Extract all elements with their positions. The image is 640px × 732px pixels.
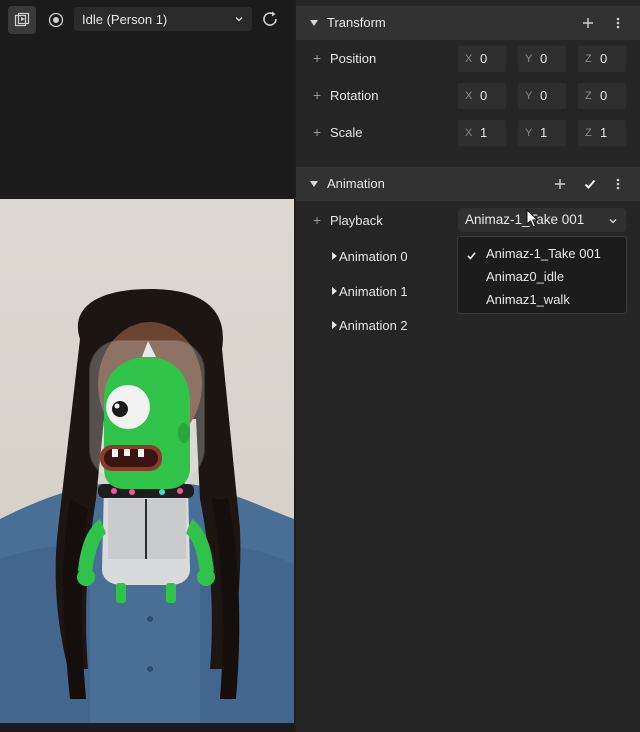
scale-y-field[interactable]: Y1 <box>518 120 566 146</box>
rotation-z-field[interactable]: Z0 <box>578 83 626 109</box>
playback-select-value: Animaz-1_Take 001 <box>465 212 585 227</box>
more-vertical-icon[interactable] <box>610 15 626 31</box>
rotation-x-field[interactable]: X0 <box>458 83 506 109</box>
playback-select[interactable]: Animaz-1_Take 001 <box>458 208 626 232</box>
more-vertical-icon[interactable] <box>610 176 626 192</box>
dropdown-option[interactable]: Animaz1_walk <box>486 292 570 307</box>
animation-section-header[interactable]: Animation <box>296 167 640 201</box>
position-x-field[interactable]: X0 <box>458 46 506 72</box>
position-row: + Position X0 Y0 Z0 <box>296 46 640 72</box>
plus-icon[interactable]: + <box>313 50 321 66</box>
viewport-toolbar: Idle (Person 1) <box>0 0 294 38</box>
rotation-y-field[interactable]: Y0 <box>518 83 566 109</box>
playback-dropdown-menu: Animaz-1_Take 001 Animaz0_idle Animaz1_w… <box>457 236 627 314</box>
animation-item[interactable]: Animation 0 <box>332 249 408 264</box>
checkmark-icon[interactable] <box>582 176 598 192</box>
preview-viewport: Idle (Person 1) <box>0 0 294 732</box>
dropdown-option[interactable]: Animaz0_idle <box>486 269 564 284</box>
collapse-triangle-icon[interactable] <box>310 181 318 187</box>
collapse-triangle-icon[interactable] <box>310 20 318 26</box>
rotation-row: + Rotation X0 Y0 Z0 <box>296 83 640 109</box>
target-icon[interactable] <box>42 6 70 34</box>
scale-label: Scale <box>330 125 363 140</box>
scale-z-field[interactable]: Z1 <box>578 120 626 146</box>
chevron-down-icon <box>608 214 618 229</box>
refresh-icon[interactable] <box>256 5 284 33</box>
animation-item[interactable]: Animation 1 <box>332 284 408 299</box>
person-select-value: Idle (Person 1) <box>82 11 168 27</box>
transform-title: Transform <box>327 15 386 30</box>
plus-icon[interactable]: + <box>313 212 321 228</box>
plus-icon[interactable]: + <box>313 124 321 140</box>
transform-section-header[interactable]: Transform <box>296 6 640 40</box>
position-label: Position <box>330 51 377 66</box>
scale-row: + Scale X1 Y1 Z1 <box>296 120 640 146</box>
chevron-down-icon <box>234 12 244 27</box>
person-select[interactable]: Idle (Person 1) <box>74 7 252 31</box>
inspector-panel: Transform + Position X0 Y0 Z0 + Rotation… <box>296 0 640 732</box>
position-y-field[interactable]: Y0 <box>518 46 566 72</box>
expand-triangle-icon <box>332 287 337 295</box>
expand-triangle-icon <box>332 321 337 329</box>
camera-preview-image <box>0 289 294 723</box>
simulator-icon[interactable] <box>8 6 36 34</box>
mouse-cursor-icon <box>526 208 540 232</box>
plus-icon[interactable] <box>552 176 568 192</box>
rotation-label: Rotation <box>330 88 379 103</box>
position-z-field[interactable]: Z0 <box>578 46 626 72</box>
plus-icon[interactable] <box>580 15 596 31</box>
checkmark-icon <box>467 248 476 263</box>
playback-label: Playback <box>330 213 383 228</box>
plus-icon[interactable]: + <box>313 87 321 103</box>
camera-feed <box>0 199 294 723</box>
expand-triangle-icon <box>332 252 337 260</box>
dropdown-option[interactable]: Animaz-1_Take 001 <box>486 246 601 261</box>
animation-title: Animation <box>327 176 385 191</box>
animation-item[interactable]: Animation 2 <box>332 318 408 333</box>
scale-x-field[interactable]: X1 <box>458 120 506 146</box>
